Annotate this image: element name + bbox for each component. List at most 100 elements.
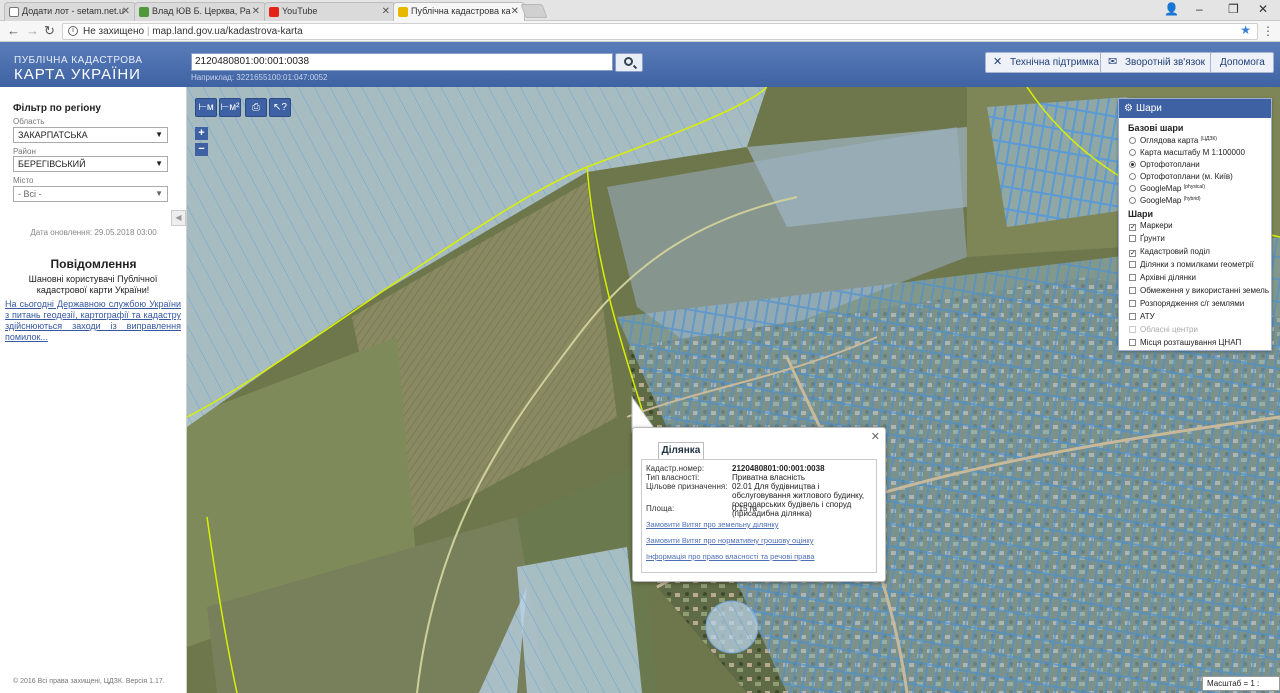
parcel-tab[interactable]: Ділянка <box>658 442 704 459</box>
browser-tab-1[interactable]: Додати лот - setam.net.u ✕ <box>4 2 136 21</box>
update-date: Дата оновлення: 29.05.2018 03:00 <box>30 228 157 237</box>
base-layer-label: Оглядова карта <box>1140 136 1199 145</box>
close-tab-icon[interactable]: ✕ <box>252 3 260 20</box>
measure-distance-button[interactable]: ⊢м <box>195 98 217 117</box>
radio[interactable] <box>1129 149 1136 156</box>
url-field[interactable]: i Не захищено | map.land.gov.ua/kadastro… <box>62 23 1258 40</box>
print-button[interactable]: ⎙ <box>245 98 267 117</box>
layers-header[interactable]: ⚙ Шари <box>1119 99 1271 118</box>
checkbox[interactable] <box>1129 339 1136 346</box>
base-layer-orthophoto[interactable]: Ортофотоплани <box>1129 160 1200 169</box>
checkbox-disabled <box>1129 326 1136 333</box>
radio[interactable] <box>1129 173 1136 180</box>
layer-label: Кадастровий поділ <box>1140 247 1210 256</box>
base-layer-orthophoto-kyiv[interactable]: Ортофотоплани (м. Київ) <box>1129 172 1233 181</box>
feedback-label: Зворотній зв'язок <box>1125 57 1206 68</box>
close-window-icon[interactable]: ✕ <box>1258 2 1268 16</box>
parcel-popup: ✕ Ділянка Кадастр.номер: 2120480801:00:0… <box>632 427 886 582</box>
zoom-out-button[interactable]: − <box>195 143 208 156</box>
page-icon <box>9 7 19 17</box>
region-select[interactable]: ЗАКАРПАТСЬКА ▼ <box>13 127 168 143</box>
search-icon <box>624 57 633 66</box>
browser-tab-3[interactable]: YouTube ✕ <box>264 2 396 21</box>
url-text: map.land.gov.ua/kadastrova-karta <box>152 26 303 37</box>
base-layer-googlemap-hybrid[interactable]: GoogleMap (hybrid) <box>1129 196 1201 205</box>
forward-icon[interactable]: → <box>26 23 39 38</box>
layer-atu[interactable]: АТУ <box>1129 312 1155 321</box>
help-button[interactable]: Допомога <box>1210 52 1274 73</box>
base-layer-100000[interactable]: Карта масштабу М 1:100000 <box>1129 148 1245 157</box>
feedback-button[interactable]: ✉ Зворотній зв'язок <box>1100 52 1215 73</box>
close-tab-icon[interactable]: ✕ <box>122 3 130 20</box>
layer-label: Обмеження у використанні земель <box>1140 286 1269 295</box>
tools-icon: ✕ <box>993 56 1003 68</box>
order-extract-link[interactable]: Замовити Витяг про земельну ділянку <box>646 520 779 529</box>
browser-tab-2[interactable]: Влад ЮВ Б. Церква, Ра ✕ <box>134 2 266 21</box>
collapse-sidebar-button[interactable]: ◀ <box>171 210 186 226</box>
zoom-in-button[interactable]: + <box>195 127 208 140</box>
checkbox[interactable] <box>1129 261 1136 268</box>
layer-restrictions[interactable]: Обмеження у використанні земель <box>1129 286 1269 295</box>
reload-icon[interactable]: ↻ <box>44 23 55 39</box>
envelope-icon: ✉ <box>1108 56 1118 68</box>
insecure-label: Не захищено <box>83 26 145 37</box>
notice-link[interactable]: На сьогодні Державною службою України з … <box>5 299 181 343</box>
layer-agri-disposal[interactable]: Розпорядження с/г землями <box>1129 299 1244 308</box>
tab-title: Влад ЮВ Б. Церква, Ра <box>152 6 251 16</box>
base-layer-label: GoogleMap <box>1140 196 1182 205</box>
dropdown-arrow-icon: ▼ <box>155 130 163 139</box>
radio[interactable] <box>1129 185 1136 192</box>
checkbox[interactable] <box>1129 274 1136 281</box>
layer-soils[interactable]: Ґрунти <box>1129 234 1165 243</box>
layer-markers[interactable]: ✓ Маркери <box>1129 221 1173 231</box>
dropdown-arrow-icon: ▼ <box>155 189 163 198</box>
base-layer-label: Карта масштабу М 1:100000 <box>1140 148 1245 157</box>
city-select[interactable]: - Всі - ▼ <box>13 186 168 202</box>
checkbox[interactable] <box>1129 287 1136 294</box>
mail-icon <box>139 7 149 17</box>
layer-label: АТУ <box>1140 312 1155 321</box>
browser-tab-4[interactable]: Публічна кадастрова ка ✕ <box>393 2 525 21</box>
base-layer-overview[interactable]: Оглядова карта (ЦДЗК) <box>1129 136 1217 145</box>
close-icon[interactable]: ✕ <box>871 430 880 443</box>
base-layer-sup: (ЦДЗК) <box>1200 136 1217 142</box>
base-layer-googlemap-physical[interactable]: GoogleMap (physical) <box>1129 184 1205 193</box>
layer-cnap[interactable]: Місця розташування ЦНАП <box>1129 338 1241 347</box>
browser-menu-icon[interactable]: ⋮ <box>1262 24 1274 38</box>
profile-icon[interactable]: 👤 <box>1164 2 1179 16</box>
radio-selected[interactable] <box>1129 161 1136 168</box>
maximize-icon[interactable]: ❐ <box>1228 2 1239 16</box>
ownership-info-link[interactable]: Інформація про право власності та речові… <box>646 552 815 561</box>
info-icon[interactable]: i <box>68 26 78 36</box>
checkbox[interactable] <box>1129 235 1136 242</box>
identify-button[interactable]: ↖? <box>269 98 291 117</box>
district-select[interactable]: БЕРЕГІВСЬКИЙ ▼ <box>13 156 168 172</box>
map-scale: Масштаб = 1 : 8531 <box>1202 676 1280 693</box>
site-header: ПУБЛІЧНА КАДАСТРОВА КАРТА УКРАЇНИ 212048… <box>0 42 1280 87</box>
layer-cadastral[interactable]: ✓ Кадастровий поділ <box>1129 247 1210 257</box>
radio[interactable] <box>1129 137 1136 144</box>
back-icon[interactable]: ← <box>7 23 20 38</box>
search-button[interactable] <box>615 53 643 72</box>
checkbox-checked[interactable]: ✓ <box>1129 224 1136 231</box>
support-button[interactable]: ✕ Технічна підтримка <box>985 52 1108 73</box>
checkbox[interactable] <box>1129 313 1136 320</box>
radio[interactable] <box>1129 197 1136 204</box>
close-tab-icon[interactable]: ✕ <box>511 3 519 20</box>
overlay-layers-title: Шари <box>1128 209 1154 219</box>
checkbox[interactable] <box>1129 300 1136 307</box>
cadastral-search-input[interactable]: 2120480801:00:001:0038 <box>191 53 613 71</box>
layer-archive[interactable]: Архівні ділянки <box>1129 273 1196 282</box>
measure-area-button[interactable]: ⊢м² <box>219 98 241 117</box>
new-tab-button[interactable] <box>520 4 548 18</box>
minimize-icon[interactable]: – <box>1196 2 1203 16</box>
base-layer-sup: (physical) <box>1183 184 1205 190</box>
filter-title: Фільтр по регіону <box>13 103 101 114</box>
checkbox-checked[interactable]: ✓ <box>1129 250 1136 257</box>
bookmark-star-icon[interactable]: ★ <box>1240 23 1251 38</box>
layers-panel: ⚙ Шари Базові шари Оглядова карта (ЦДЗК)… <box>1118 98 1272 351</box>
map-view[interactable]: + − ⊢м ⊢м² ⎙ ↖? ⚙ Шари Базові шари Огляд… <box>187 87 1280 693</box>
close-tab-icon[interactable]: ✕ <box>382 3 390 20</box>
layer-geometry-errors[interactable]: Ділянки з помилками геометрії <box>1129 260 1254 269</box>
order-valuation-link[interactable]: Замовити Витяг про нормативну грошову оц… <box>646 536 813 545</box>
